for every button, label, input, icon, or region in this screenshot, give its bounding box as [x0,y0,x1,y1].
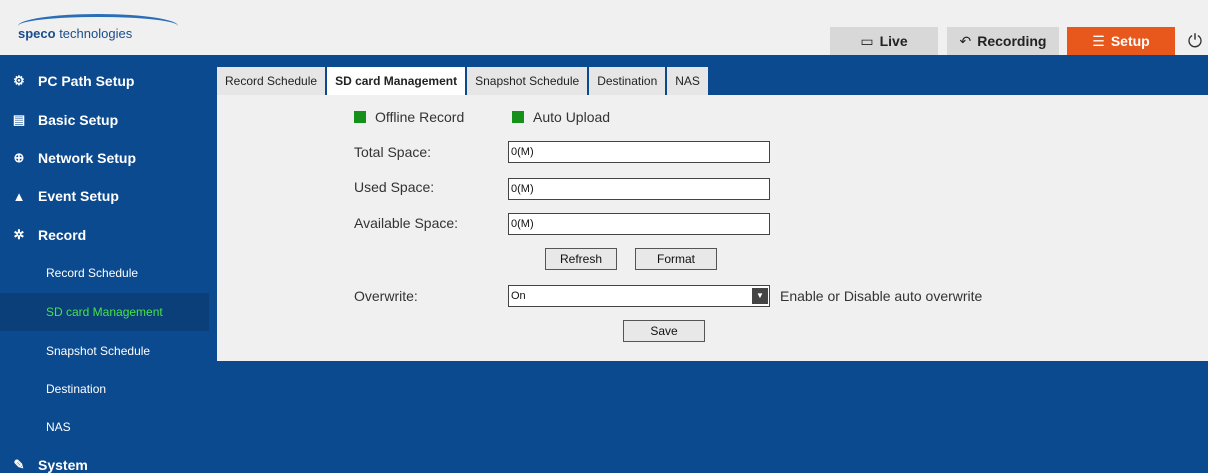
tab-destination[interactable]: Destination [589,67,668,95]
overwrite-hint: Enable or Disable auto overwrite [780,288,983,304]
sidebar-sub-label: SD card Management [46,305,163,319]
live-button-label: Live [879,33,908,49]
film-reel-icon: ✲ [13,227,25,242]
tab-label: Record Schedule [225,74,318,88]
wrench-icon: ✎ [13,457,25,472]
tab-nas[interactable]: NAS [667,67,710,95]
sidebar-item-label: Basic Setup [38,112,119,128]
sidebar-item-network-setup[interactable]: ⊕ Network Setup [0,139,209,177]
recording-button[interactable]: ↶ Recording [947,27,1059,55]
sidebar-item-label: Record [38,227,87,243]
power-icon[interactable]: ⏻ [1183,29,1207,53]
sidebar-item-label: Network Setup [38,150,137,166]
sidebar-item-event-setup[interactable]: ▲ Event Setup [0,177,209,215]
total-space-label: Total Space: [354,144,432,160]
sidebar-sub-nas[interactable]: NAS [0,408,209,446]
auto-upload-checkbox[interactable] [512,111,524,123]
sidebar-item-basic-setup[interactable]: ▤ Basic Setup [0,101,209,139]
tab-label: Destination [597,74,658,88]
sd-card-panel: Offline Record Auto Upload Total Space: … [217,95,1208,361]
tab-label: Snapshot Schedule [475,74,580,88]
globe-icon: ⊕ [13,150,25,165]
used-space-label: Used Space: [354,179,435,195]
offline-record-label: Offline Record [375,109,465,125]
speco-logo: speco technologies [18,14,198,50]
live-button[interactable]: ▭ Live [830,27,938,55]
sidebar-sub-label: Snapshot Schedule [46,344,151,358]
available-space-field[interactable]: 0(M) [508,213,770,235]
sidebar: ⚙ PC Path Setup ▤ Basic Setup ⊕ Network … [0,55,209,473]
alarm-bell-icon: ▲ [12,188,26,204]
tab-label: SD card Management [335,74,458,88]
sidebar-sub-snapshot-schedule[interactable]: Snapshot Schedule [0,332,209,370]
sidebar-item-label: System [38,457,88,473]
overwrite-label: Overwrite: [354,288,418,304]
header-bar: speco technologies ▭ Live ↶ Recording ☰ … [0,0,1208,55]
sidebar-sub-label: Destination [46,382,107,396]
setup-button[interactable]: ☰ Setup [1067,27,1175,55]
sidebar-item-record[interactable]: ✲ Record [0,216,209,254]
tab-bar: Record Schedule SD card Management Snaps… [217,67,710,95]
total-space-field[interactable]: 0(M) [508,141,770,163]
sidebar-sub-sd-card-management[interactable]: SD card Management [0,293,209,331]
sidebar-sub-record-schedule[interactable]: Record Schedule [0,254,209,292]
tab-snapshot-schedule[interactable]: Snapshot Schedule [467,67,590,95]
refresh-button[interactable]: Refresh [545,248,617,270]
format-button[interactable]: Format [635,248,717,270]
offline-record-checkbox[interactable] [354,111,366,123]
sidebar-sub-label: Record Schedule [46,266,139,280]
brand-rest: technologies [55,26,133,41]
clapperboard-icon: ▤ [12,112,26,127]
sidebar-item-label: PC Path Setup [38,73,135,89]
tab-record-schedule[interactable]: Record Schedule [217,67,328,95]
setup-button-label: Setup [1110,33,1150,49]
save-button[interactable]: Save [623,320,705,342]
list-icon: ☰ [1092,32,1105,49]
undo-icon: ↶ [959,32,972,49]
sidebar-item-pc-path-setup[interactable]: ⚙ PC Path Setup [0,62,209,100]
sidebar-item-label: Event Setup [38,188,119,204]
recording-button-label: Recording [977,33,1047,49]
sidebar-item-system[interactable]: ✎ System [0,446,209,473]
tab-sd-card-management[interactable]: SD card Management [327,67,468,95]
tab-label: NAS [675,74,700,88]
auto-upload-label: Auto Upload [533,109,611,125]
main-content: Record Schedule SD card Management Snaps… [209,55,1208,473]
overwrite-select[interactable]: On ▼ [508,285,770,307]
monitor-icon: ▭ [860,32,874,49]
used-space-field[interactable]: 0(M) [508,178,770,200]
available-space-label: Available Space: [354,215,459,231]
brand-bold: speco [18,26,56,41]
sidebar-sub-destination[interactable]: Destination [0,370,209,408]
gear-icon: ⚙ [13,73,25,88]
sidebar-sub-label: NAS [46,420,71,434]
app-window: speco technologies ▭ Live ↶ Recording ☰ … [0,0,1208,473]
overwrite-select-value: On [511,290,526,302]
chevron-down-icon: ▼ [752,288,768,304]
